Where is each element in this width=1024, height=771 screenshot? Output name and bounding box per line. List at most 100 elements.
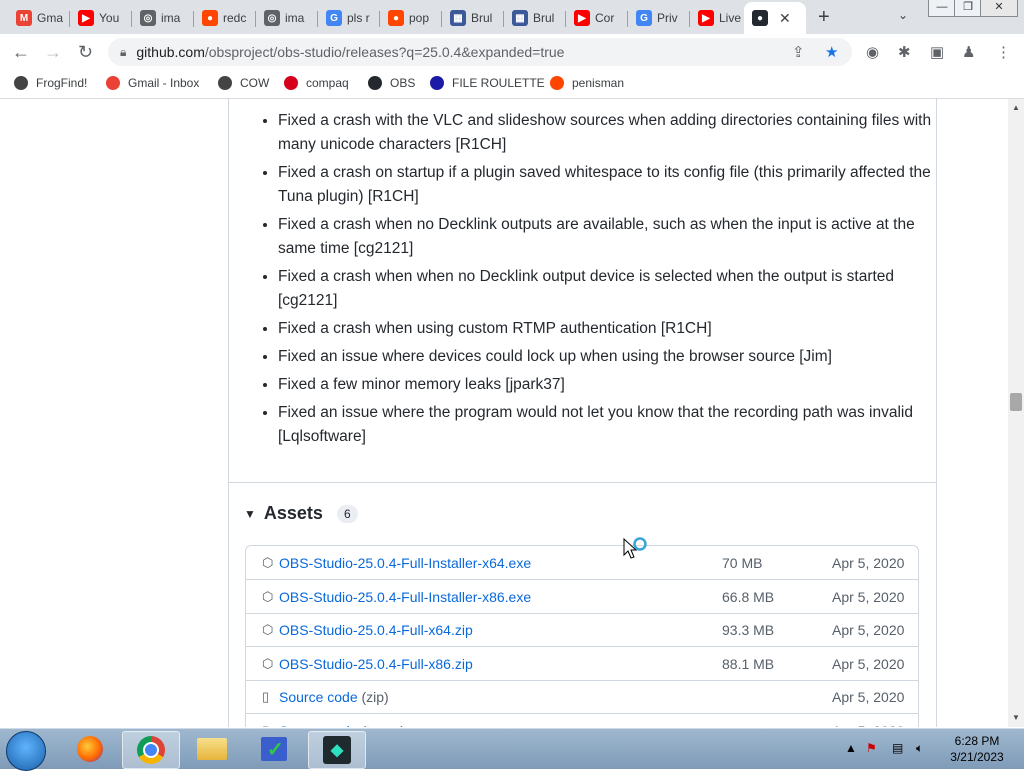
url-text: github.com/obsproject/obs-studio/release… [136,44,564,60]
start-button[interactable] [6,731,46,771]
bookmark-0[interactable]: FrogFind! [14,76,87,90]
scroll-up-icon[interactable]: ▲ [1012,103,1020,112]
minimize-button[interactable]: — [928,0,956,17]
github-icon: ● [752,10,768,26]
expand-triangle-icon[interactable]: ▼ [244,507,256,521]
bookmark-5[interactable]: FILE ROULETTE [430,76,545,90]
asset-format: (tar.gz) [362,723,406,728]
menu-kebab-icon[interactable]: ⋮ [996,43,1011,61]
tab-10[interactable]: G Priv [628,4,690,32]
asset-date: Apr 5, 2020 [832,689,905,705]
frogfind-icon [14,76,28,90]
tab-3[interactable]: ● redc [194,4,256,32]
reload-button[interactable]: ↻ [78,42,93,63]
gmail-icon [106,76,120,90]
close-window-button[interactable]: ✕ [980,0,1018,17]
tab-label: Gma [37,11,64,25]
tab-label: Cor [595,11,615,25]
package-icon: ⬡ [262,588,274,604]
tab-label: redc [223,11,247,25]
bookmark-2[interactable]: COW [218,76,269,90]
bookmark-1[interactable]: Gmail - Inbox [106,76,199,90]
chrome-taskbar-icon[interactable] [122,731,180,769]
page-scrollbar[interactable]: ▲ ▼ [1008,99,1024,727]
tab-label: Brul [533,11,555,25]
back-button[interactable]: ← [12,42,30,63]
page-content: Fixed a crash with the VLC and slideshow… [0,99,1008,727]
gmail-icon: M [16,10,32,26]
network-icon[interactable]: ▤ [892,741,903,755]
bookmark-label: FrogFind! [36,76,88,90]
tab-label: ima [285,11,305,25]
release-note-item: Fixed a few minor memory leaks [jpark37] [278,373,938,397]
maximize-button[interactable]: ❐ [954,0,982,17]
globe-icon: ◎ [264,10,280,26]
package-icon: ⬡ [262,555,274,570]
tab-6[interactable]: ● pop [380,4,442,32]
asset-size: 70 MB [722,555,763,571]
tab-0[interactable]: M Gma [8,4,70,32]
volume-muted-icon[interactable]: 🔈︎ [916,741,923,756]
extension-icon[interactable]: ◉ [866,43,879,61]
forward-button[interactable]: → [44,42,62,63]
assets-header[interactable]: ▼ Assets 6 [244,503,358,524]
tab-8[interactable]: ▦ Brul [504,4,566,32]
explorer-taskbar-icon[interactable] [184,731,240,767]
address-bar[interactable]: 🔒︎ github.com/obsproject/obs-studio/rele… [108,38,852,66]
clock-time: 6:28 PM [954,734,1000,748]
globe-icon [218,76,232,90]
bookmark-4[interactable]: OBS [368,76,415,90]
tab-label: Live [719,11,742,25]
tab-4[interactable]: ◎ ima [256,4,318,32]
asset-link[interactable]: Source code (zip) [279,689,389,705]
release-note-item: Fixed an issue where the program would n… [278,401,938,449]
profile-avatar[interactable]: ♟ [962,43,975,61]
asset-row: ▯ Source code (tar.gz) Apr 5, 2020 [246,714,918,728]
filmora-taskbar-icon[interactable]: ◆ [308,731,366,769]
tab-9[interactable]: ▶ Cor [566,4,628,32]
extensions-puzzle-icon[interactable]: ✱ [898,43,911,61]
tab-1[interactable]: ▶ You [70,4,132,32]
package-icon: ⬡ [262,622,274,637]
firefox-taskbar-icon[interactable] [62,731,118,767]
app-taskbar-icon[interactable]: ✓ [246,731,302,767]
asset-link[interactable]: OBS-Studio-25.0.4-Full-x86.zip [279,656,473,672]
new-tab-button[interactable]: + [818,6,830,29]
bookmark-label: penisman [572,76,625,90]
system-clock[interactable]: 6:28 PM 3/21/2023 [942,733,1012,765]
tab-7[interactable]: ▦ Brul [442,4,504,32]
asset-link[interactable]: OBS-Studio-25.0.4-Full-x64.zip [279,622,473,638]
action-center-icon[interactable]: ⚑ [866,741,877,755]
clock-date: 3/21/2023 [950,750,1004,764]
release-note-item: Fixed a crash when when no Decklink outp… [278,265,938,313]
tab-search-chevron-icon[interactable]: ⌄ [898,8,908,22]
browser-toolbar: ← → ↻ 🔒︎ github.com/obsproject/obs-studi… [0,34,1024,70]
url-path: /obsproject/obs-studio/releases?q=25.0.4… [204,44,565,60]
asset-link[interactable]: Source code (tar.gz) [279,723,405,728]
assets-count-badge: 6 [336,504,358,523]
tab-5[interactable]: Gpls r [318,4,380,32]
bookmark-3[interactable]: compaq [284,76,349,90]
bookmark-label: OBS [390,76,416,90]
show-hidden-icons-icon[interactable]: ▲ [845,741,857,755]
tab-12[interactable]: ● ✕ [744,2,806,34]
tab-2[interactable]: ◎ ima [132,4,194,32]
asset-date: Apr 5, 2020 [832,655,905,672]
close-tab-icon[interactable]: ✕ [779,10,791,27]
scrollbar-thumb[interactable] [1010,393,1022,411]
youtube-icon: ▶ [78,10,94,26]
tab-11[interactable]: ▶ Live [690,4,752,32]
side-panel-icon[interactable]: ▣ [930,43,944,61]
asset-format: (zip) [361,689,389,705]
bookmark-star-icon[interactable]: ★ [825,43,838,61]
release-note-item: Fixed an issue where devices could lock … [278,345,938,369]
page-icon: ▦ [450,10,466,26]
asset-link[interactable]: OBS-Studio-25.0.4-Full-Installer-x86.exe [279,589,531,605]
scroll-down-icon[interactable]: ▼ [1012,713,1020,722]
asset-link[interactable]: OBS-Studio-25.0.4-Full-Installer-x64.exe [279,555,531,571]
asset-name: OBS-Studio-25.0.4-Full-Installer-x86.exe [279,588,532,605]
asset-date: Apr 5, 2020 [832,622,905,638]
release-note-item: Fixed a crash with the VLC and slideshow… [278,109,938,157]
bookmark-6[interactable]: penisman [550,76,624,90]
share-icon[interactable]: ⇪ [792,43,805,61]
